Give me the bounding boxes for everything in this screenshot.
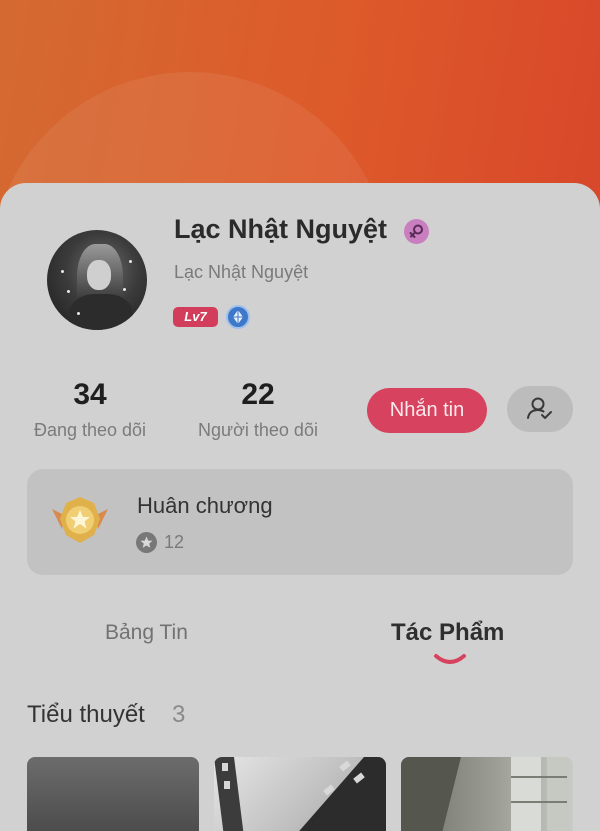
- follow-button[interactable]: [507, 386, 573, 432]
- star-icon: [136, 532, 157, 553]
- window-scene-image: [401, 757, 567, 831]
- profile-display-name: Lạc Nhật Nguyệt: [174, 214, 388, 244]
- film-strip-image: [214, 757, 386, 831]
- medal-count: 12: [164, 532, 185, 552]
- novel-cover[interactable]: [401, 757, 573, 831]
- medal-icon: [48, 495, 112, 549]
- avatar-snow-dot: [61, 270, 64, 273]
- novel-cover[interactable]: [214, 757, 386, 831]
- followers-stat[interactable]: 22 Người theo dõi: [190, 378, 326, 441]
- novel-cover[interactable]: [27, 757, 199, 831]
- novels-section-title: Tiểu thuyết: [27, 701, 145, 728]
- following-stat[interactable]: 34 Đang theo dõi: [25, 378, 155, 441]
- avatar[interactable]: [47, 230, 147, 330]
- novels-count: 3: [172, 701, 186, 728]
- avatar-snow-dot: [123, 288, 126, 291]
- avatar-face: [87, 260, 111, 290]
- tab-feed[interactable]: Bảng Tin: [105, 621, 188, 645]
- profile-username: Lạc Nhật Nguyệt: [174, 262, 309, 282]
- message-button[interactable]: Nhắn tin: [367, 388, 487, 433]
- avatar-snow-dot: [77, 312, 80, 315]
- medal-title: Huân chương: [137, 493, 273, 518]
- avatar-snow-dot: [67, 290, 70, 293]
- female-icon: [404, 219, 429, 244]
- level-badge: Lv7: [173, 307, 218, 327]
- avatar-snow-dot: [129, 260, 132, 263]
- following-label: Đang theo dõi: [33, 420, 147, 440]
- followers-count: 22: [241, 378, 275, 411]
- user-check-icon: [527, 397, 552, 419]
- diamond-icon: [226, 305, 250, 329]
- following-count: 34: [73, 378, 107, 411]
- active-tab-indicator: [433, 652, 467, 668]
- tab-works[interactable]: Tác Phẩm: [391, 619, 504, 647]
- followers-label: Người theo dõi: [198, 420, 318, 440]
